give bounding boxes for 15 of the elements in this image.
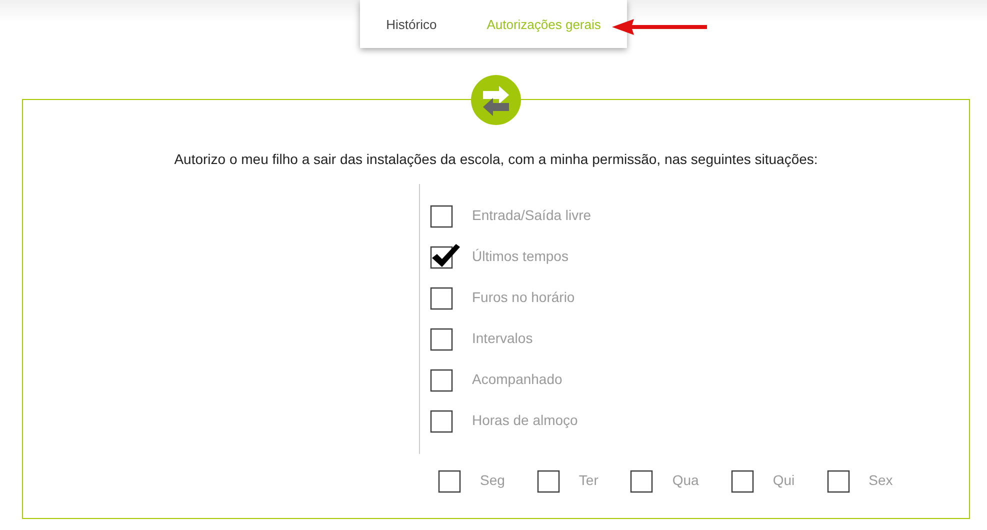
- option-label: Furos no horário: [472, 289, 575, 305]
- tab[interactable]: Histórico: [386, 17, 437, 32]
- option-label: Últimos tempos: [472, 248, 568, 264]
- option-label: Ter: [578, 472, 598, 488]
- statement-text: Autorizo o meu filho a sair das instalações da escola, com a minha permissão, nas seguintes situações:: [173, 150, 819, 167]
- option-label: Seg: [480, 472, 505, 488]
- option-label: Entrada/Saída livre: [472, 207, 592, 223]
- checkbox[interactable]: [430, 242, 462, 270]
- arrow-icon: [612, 18, 708, 36]
- option-label: Horas de almoço: [472, 412, 578, 428]
- option-label: Acompanhado: [472, 371, 562, 387]
- option-label: Intervalos: [472, 330, 533, 346]
- option-label: Qui: [772, 472, 795, 488]
- option-label: Qua: [672, 472, 699, 488]
- option-label: Sex: [868, 472, 893, 488]
